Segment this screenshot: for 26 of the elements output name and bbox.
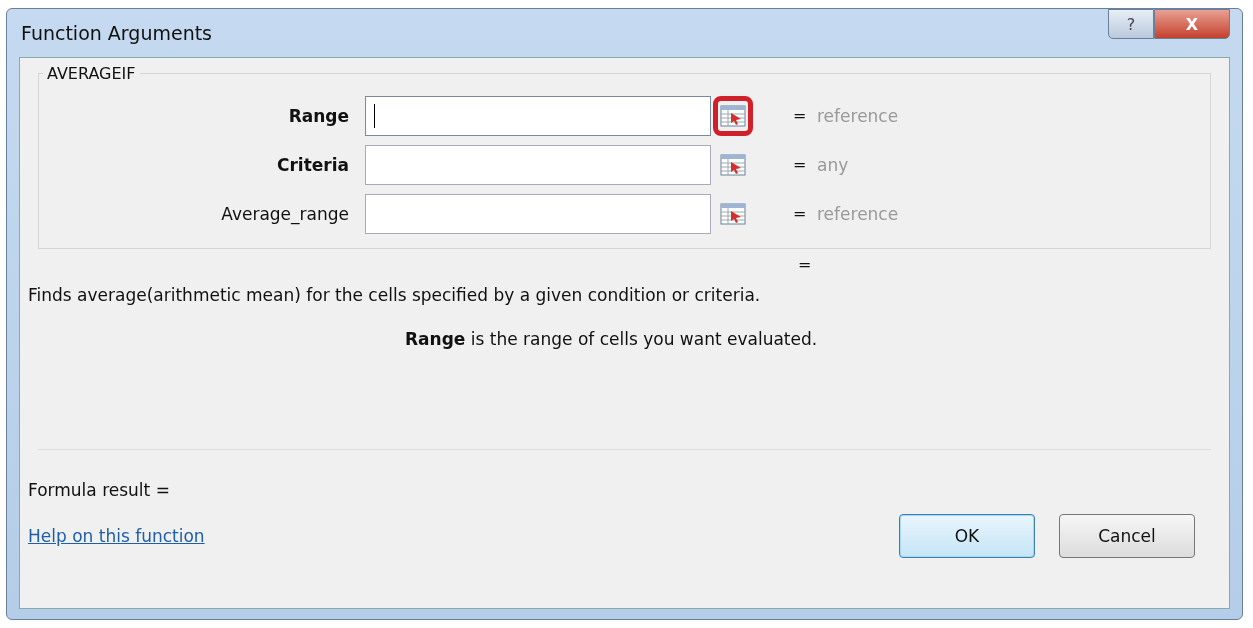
equals-sign: = [793, 106, 808, 125]
function-description: Finds average(arithmetic mean) for the cells specified by a given condition or criteria. [28, 285, 762, 305]
cancel-button[interactable]: Cancel [1059, 514, 1195, 558]
argument-type: reference [817, 105, 899, 126]
argument-label: Average_range [220, 203, 350, 224]
argument-label: Criteria [275, 154, 350, 175]
sheet-icon [720, 104, 746, 127]
formula-result: Formula result = [28, 480, 171, 500]
help-link[interactable]: Help on this function [28, 526, 205, 546]
ok-button[interactable]: OK [899, 514, 1035, 558]
argument-type: any [817, 154, 849, 175]
sheet-icon [720, 202, 746, 225]
sheet-icon [720, 153, 746, 176]
argument-label: Range [287, 105, 350, 126]
window-title: Function Arguments [20, 22, 213, 44]
equals-sign: = [793, 204, 808, 223]
equals-sign: = [793, 155, 808, 174]
argument-field[interactable] [365, 144, 711, 185]
collapse-dialog-button[interactable] [713, 95, 753, 136]
argument-description: Range is the range of cells you want evaluated. [405, 329, 819, 349]
argument-field[interactable] [365, 193, 711, 234]
function-name: AVERAGEIF [46, 64, 137, 83]
equals-sign: = [798, 255, 812, 274]
help-button[interactable]: ? [1108, 9, 1154, 39]
argument-type: reference [817, 203, 899, 224]
argument-field[interactable] [365, 95, 711, 136]
